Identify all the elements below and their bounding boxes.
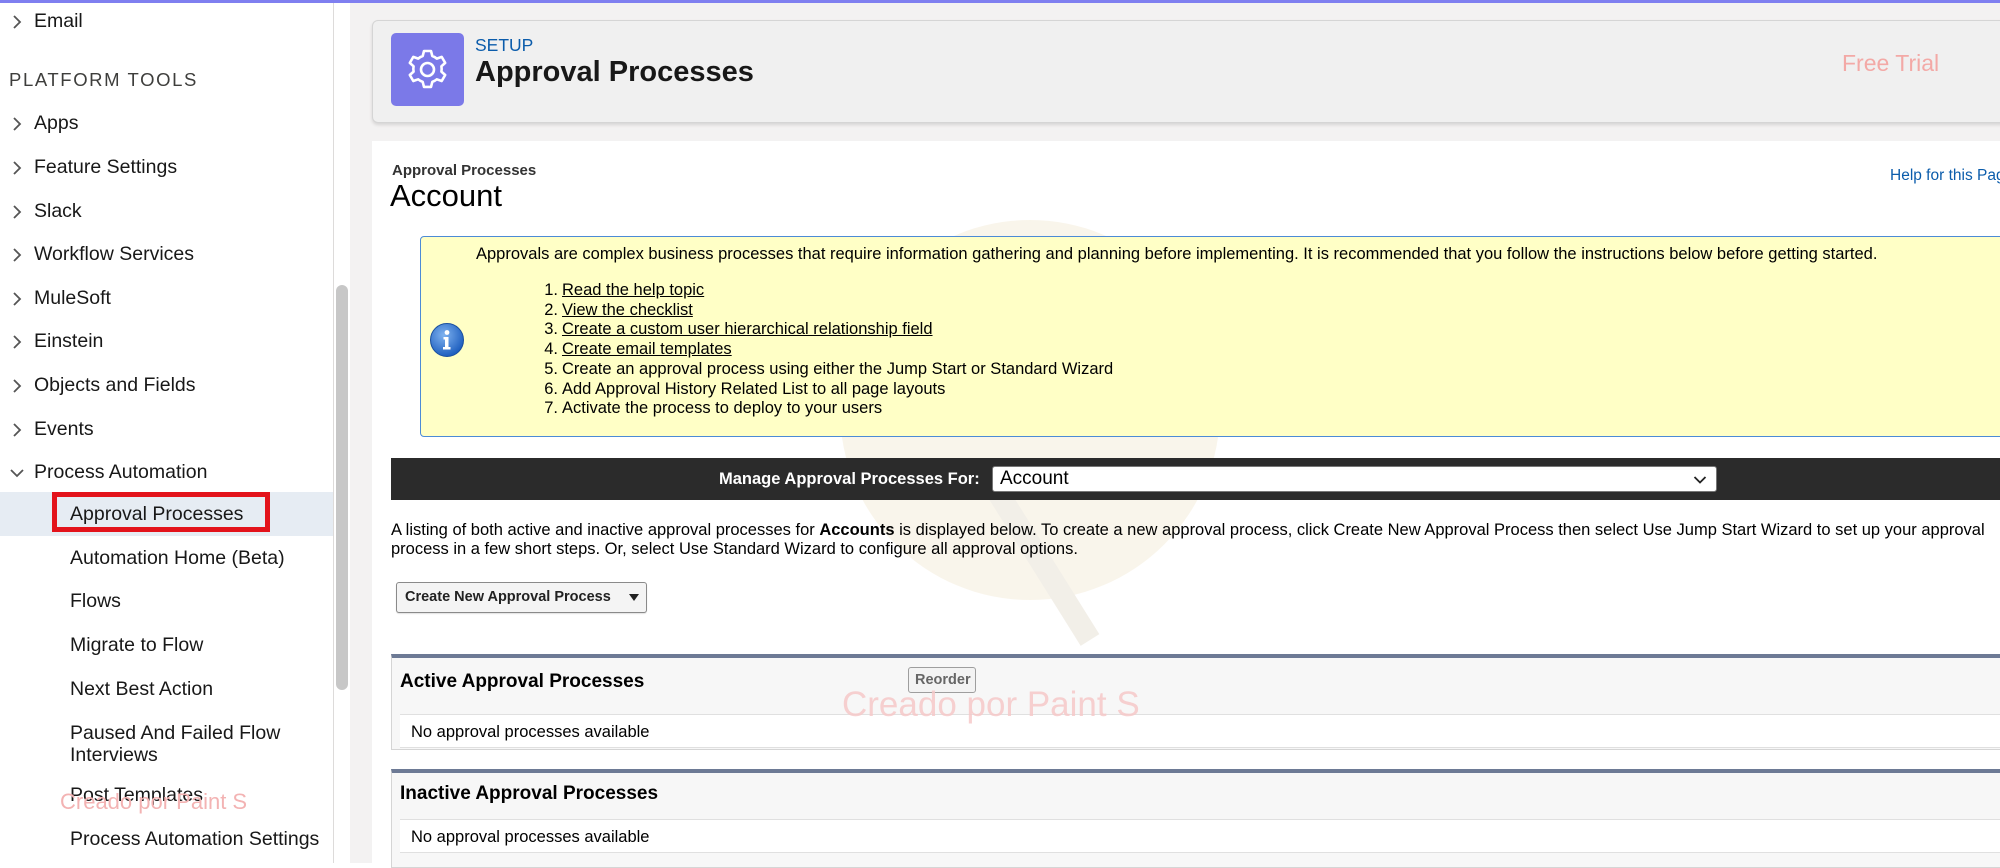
chevron-right-icon (13, 292, 22, 306)
object-title: Account (390, 178, 503, 213)
chevron-right-icon (13, 379, 22, 393)
create-button-label: Create New Approval Process (405, 589, 611, 605)
sidebar-item-label: Apps (34, 112, 79, 134)
active-approval-processes-section: Active Approval Processes No approval pr… (391, 654, 2000, 750)
sidebar-item-label: Objects and Fields (34, 374, 196, 396)
info-step: 4. Create email templates (544, 340, 732, 359)
sidebar-item-label: Email (34, 10, 83, 32)
listing-description: A listing of both active and inactive ap… (391, 521, 1985, 558)
chevron-right-icon (13, 248, 22, 262)
chevron-right-icon (13, 161, 22, 175)
sidebar-item-label: Feature Settings (34, 156, 178, 178)
info-step: 2. View the checklist (544, 300, 693, 319)
sidebar-subitem-label: Automation Home (Beta) (70, 547, 285, 569)
chevron-right-icon (13, 205, 22, 219)
create-hierarchy-field-link[interactable]: Create a custom user hierarchical relati… (562, 320, 933, 338)
setup-sidebar: Email PLATFORM TOOLS Apps Feature Settin… (0, 3, 334, 863)
chevron-right-icon (13, 335, 22, 349)
sidebar-scrollbar[interactable] (336, 285, 348, 690)
info-icon (430, 323, 464, 357)
gear-icon (408, 49, 447, 89)
sidebar-section-heading: PLATFORM TOOLS (9, 69, 198, 90)
info-step: 3. Create a custom user hierarchical rela… (544, 320, 933, 339)
sidebar-item-label: Einstein (34, 330, 104, 352)
sidebar-item-label: Events (34, 418, 94, 440)
sidebar-subitem-label: Next Best Action (70, 678, 214, 700)
free-trial-text: Free Trial (1842, 50, 1940, 76)
sidebar-subitem-label: Migrate to Flow (70, 634, 204, 656)
chevron-right-icon (13, 117, 22, 131)
section-title: Inactive Approval Processes (400, 783, 659, 804)
selection-highlight-box (52, 492, 270, 532)
sidebar-item-label: Process Automation (34, 461, 208, 483)
caret-down-icon (629, 594, 639, 601)
info-step: 5. Create an approval process using eithe… (544, 359, 1114, 378)
object-select-value: Account (1000, 468, 1069, 489)
chevron-down-icon (10, 469, 24, 478)
watermark-text: Creado por Paint S (842, 685, 1140, 724)
empty-state-row: No approval processes available (400, 714, 2000, 748)
info-step: 6. Add Approval History Related List to a… (544, 379, 946, 398)
chevron-right-icon (13, 15, 22, 29)
sidebar-item-label: Workflow Services (34, 243, 195, 265)
section-title: Active Approval Processes (400, 671, 645, 692)
empty-state-row: No approval processes available (400, 819, 2000, 853)
watermark-text: Creado por Paint S (60, 789, 248, 814)
object-select-dropdown[interactable]: Account (992, 466, 1717, 492)
create-email-templates-link[interactable]: Create email templates (562, 340, 732, 358)
sidebar-subitem-label: Process Automation Settings (70, 828, 320, 850)
sidebar-subitem-label: Flows (70, 590, 121, 612)
chevron-down-icon (1693, 476, 1707, 484)
inactive-approval-processes-section: Inactive Approval Processes No approval … (391, 769, 2000, 868)
info-step: 7. Activate the process to deploy to your… (544, 399, 883, 418)
breadcrumb: Approval Processes (392, 162, 537, 179)
sidebar-item-label: MuleSoft (34, 287, 111, 309)
sidebar-subitem-label: Paused And Failed Flow Interviews (70, 722, 281, 766)
create-new-approval-process-button[interactable]: Create New Approval Process (396, 582, 647, 613)
view-checklist-link[interactable]: View the checklist (562, 301, 693, 319)
info-intro-text: Approvals are complex business processes… (476, 245, 1878, 263)
header-breadcrumb-setup: SETUP (475, 35, 534, 55)
info-step: 1. Read the help topic (544, 281, 705, 299)
manage-for-label: Manage Approval Processes For: (719, 470, 980, 488)
chevron-right-icon (13, 423, 22, 437)
read-help-topic-link[interactable]: Read the help topic (562, 281, 704, 299)
help-for-this-page-link[interactable]: Help for this Pag (1890, 167, 2000, 185)
info-steps-list: 1. Read the help topic 2. View the checkli… (522, 281, 1113, 419)
sidebar-item-label: Slack (34, 200, 82, 222)
page-title: Approval Processes (475, 56, 754, 88)
setup-app-icon (391, 33, 464, 106)
